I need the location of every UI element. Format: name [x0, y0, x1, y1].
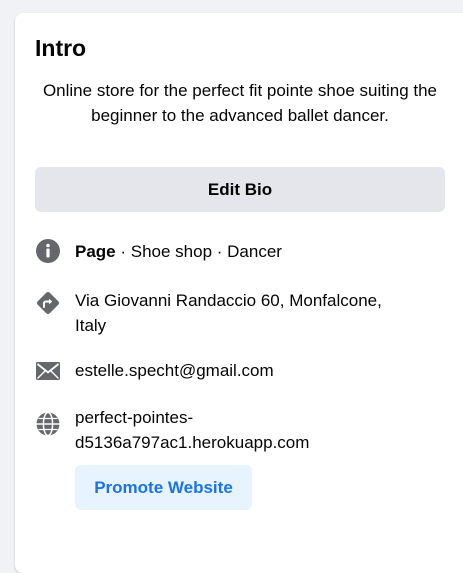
- bio-text: Online store for the perfect fit pointe …: [42, 81, 438, 125]
- email-text: estelle.specht@gmail.com: [75, 361, 274, 380]
- website-link[interactable]: perfect-pointes- d5136a797ac1.herokuapp.…: [75, 405, 445, 455]
- address-text: Via Giovanni Randaccio 60, Monfalcone, I…: [75, 288, 445, 338]
- promote-website-button[interactable]: Promote Website: [75, 465, 252, 510]
- address-line-2: Italy: [75, 316, 107, 335]
- edit-bio-button[interactable]: Edit Bio: [35, 167, 445, 212]
- directions-icon: [37, 292, 59, 314]
- address-line-1: Via Giovanni Randaccio 60, Monfalcone,: [75, 291, 382, 310]
- envelope-icon: [36, 362, 60, 380]
- intro-title: Intro: [35, 35, 87, 61]
- page-label: Page: [75, 242, 116, 261]
- info-icon: [36, 239, 60, 263]
- globe-icon: [36, 411, 60, 437]
- intro-card: Intro Online store for the perfect fit p…: [15, 13, 463, 573]
- page-categories: · Shoe shop · Dancer: [115, 242, 282, 261]
- website-line-2: d5136a797ac1.herokuapp.com: [75, 433, 310, 452]
- website-line-1: perfect-pointes-: [75, 408, 194, 427]
- page-category-text: Page · Shoe shop · Dancer: [75, 239, 445, 264]
